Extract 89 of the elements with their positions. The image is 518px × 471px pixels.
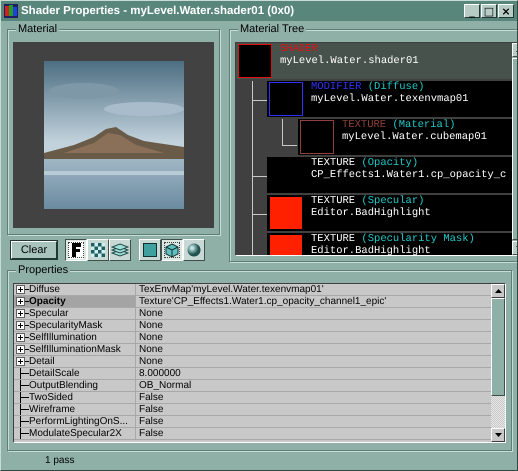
close-button[interactable]: × <box>498 4 514 18</box>
property-value[interactable]: None <box>136 344 163 355</box>
property-name-cell[interactable]: SelfIlluminationMask <box>14 344 136 355</box>
node-slot: (Diffuse) <box>368 81 424 93</box>
property-value[interactable]: False <box>136 428 164 439</box>
app-icon <box>4 4 18 18</box>
expand-icon[interactable] <box>16 308 29 319</box>
property-name-cell[interactable]: Wireframe <box>14 404 136 415</box>
property-name: SpecularityMask <box>29 320 102 331</box>
property-value[interactable]: OB_Normal <box>136 380 192 391</box>
property-name-cell[interactable]: ModulateSpecular2X <box>14 428 136 439</box>
property-name: PerformLightingOnS... <box>29 416 128 427</box>
property-name: Specular <box>29 308 68 319</box>
clear-button[interactable]: Clear <box>11 241 57 259</box>
property-value[interactable]: False <box>136 392 164 403</box>
property-name: TwoSided <box>29 392 73 403</box>
cube-icon <box>165 242 179 258</box>
scroll-up-icon[interactable] <box>491 284 505 298</box>
property-name-cell[interactable]: OutputBlending <box>14 380 136 391</box>
tree-node[interactable]: TEXTURE (Opacity) CP_Effects1.Water1.cp_opacity_c <box>267 157 512 193</box>
node-type: TEXTURE <box>311 195 356 207</box>
property-value[interactable]: False <box>136 404 164 415</box>
property-name-cell[interactable]: DetailScale <box>14 368 136 379</box>
tree-node[interactable]: TEXTURE (Material) myLevel.Water.cubemap01 <box>298 119 512 155</box>
property-value[interactable]: None <box>136 356 163 367</box>
tree-node[interactable]: TEXTURE (Specular) Editor.BadHighlight <box>267 195 512 231</box>
node-slot: (Material) <box>392 119 456 131</box>
window-title: Shader Properties - myLevel.Water.shader01 (0x0) <box>21 5 296 17</box>
node-type: SHADER <box>280 43 318 55</box>
maximize-button[interactable]: □ <box>481 4 497 18</box>
node-name: myLevel.Water.cubemap01 <box>342 131 487 143</box>
property-value[interactable]: None <box>136 308 163 319</box>
node-type: MODIFIER <box>311 81 362 93</box>
expand-icon[interactable] <box>16 296 29 307</box>
property-name-cell[interactable]: Detail <box>14 356 136 367</box>
checkerboard-icon <box>91 243 105 257</box>
layers-icon <box>111 242 129 258</box>
property-name-cell[interactable]: PerformLightingOnS... <box>14 416 136 427</box>
property-name-cell[interactable]: Specular <box>14 308 136 319</box>
scroll-down-icon[interactable] <box>491 428 505 442</box>
view-button[interactable] <box>65 239 87 261</box>
property-value[interactable]: None <box>136 332 163 343</box>
property-name: Diffuse <box>29 284 60 295</box>
property-name-cell[interactable]: Opacity <box>14 296 136 307</box>
node-type: TEXTURE <box>311 233 356 245</box>
sphere-icon <box>187 243 201 257</box>
expand-icon[interactable] <box>16 356 29 367</box>
view-button[interactable] <box>161 239 183 261</box>
letter-f-icon <box>68 241 84 259</box>
tree-node[interactable]: TEXTURE (Specularity Mask) Editor.BadHighlight <box>267 233 512 255</box>
node-slot: (Specularity Mask) <box>361 233 475 245</box>
node-name: myLevel.Water.shader01 <box>280 55 419 67</box>
property-name: DetailScale <box>29 368 80 379</box>
status-text: 1 pass <box>45 455 74 466</box>
property-value[interactable]: Texture'CP_Effects1.Water1.cp_opacity_channel1_epic' <box>136 296 386 307</box>
node-type: TEXTURE <box>342 119 386 131</box>
square-icon <box>143 243 157 257</box>
minimize-button[interactable]: _ <box>464 4 480 18</box>
node-name: Editor.BadHighlight <box>311 207 431 219</box>
expand-icon[interactable] <box>16 332 29 343</box>
property-name-cell[interactable]: TwoSided <box>14 392 136 403</box>
expand-icon[interactable] <box>16 284 29 295</box>
property-name: ModulateSpecular2X <box>29 428 122 439</box>
node-slot: (Opacity) <box>361 157 418 169</box>
property-value[interactable]: False <box>136 416 164 427</box>
scroll-thumb[interactable] <box>491 298 505 396</box>
property-name-cell[interactable]: SpecularityMask <box>14 320 136 331</box>
property-name: Wireframe <box>29 404 76 415</box>
property-value[interactable]: None <box>136 320 163 331</box>
node-name: CP_Effects1.Water1.cp_opacity_c <box>311 169 506 181</box>
property-name-cell[interactable]: SelfIllumination <box>14 332 136 343</box>
tree-node[interactable]: SHADER myLevel.Water.shader01 <box>236 43 512 79</box>
property-name: SelfIlluminationMask <box>29 344 121 355</box>
property-value[interactable]: TexEnvMap'myLevel.Water.texenvmap01' <box>136 284 324 295</box>
property-value[interactable]: 8.000000 <box>136 368 181 379</box>
property-name: OutputBlending <box>29 380 98 391</box>
property-name-cell[interactable]: Diffuse <box>14 284 136 295</box>
group-title: Properties <box>16 264 70 277</box>
property-name: Opacity <box>29 296 66 307</box>
property-name: Detail <box>29 356 55 367</box>
node-name: Editor.BadHighlight <box>311 245 432 255</box>
tree-node[interactable]: MODIFIER (Diffuse) myLevel.Water.texenvmap01 <box>267 81 512 117</box>
node-type: TEXTURE <box>311 157 356 169</box>
property-name: SelfIllumination <box>29 332 97 343</box>
expand-icon[interactable] <box>16 344 29 355</box>
node-name: myLevel.Water.texenvmap01 <box>311 93 469 105</box>
scrollbar[interactable] <box>491 284 505 442</box>
node-slot: (Specular) <box>361 195 424 207</box>
expand-icon[interactable] <box>16 320 29 331</box>
